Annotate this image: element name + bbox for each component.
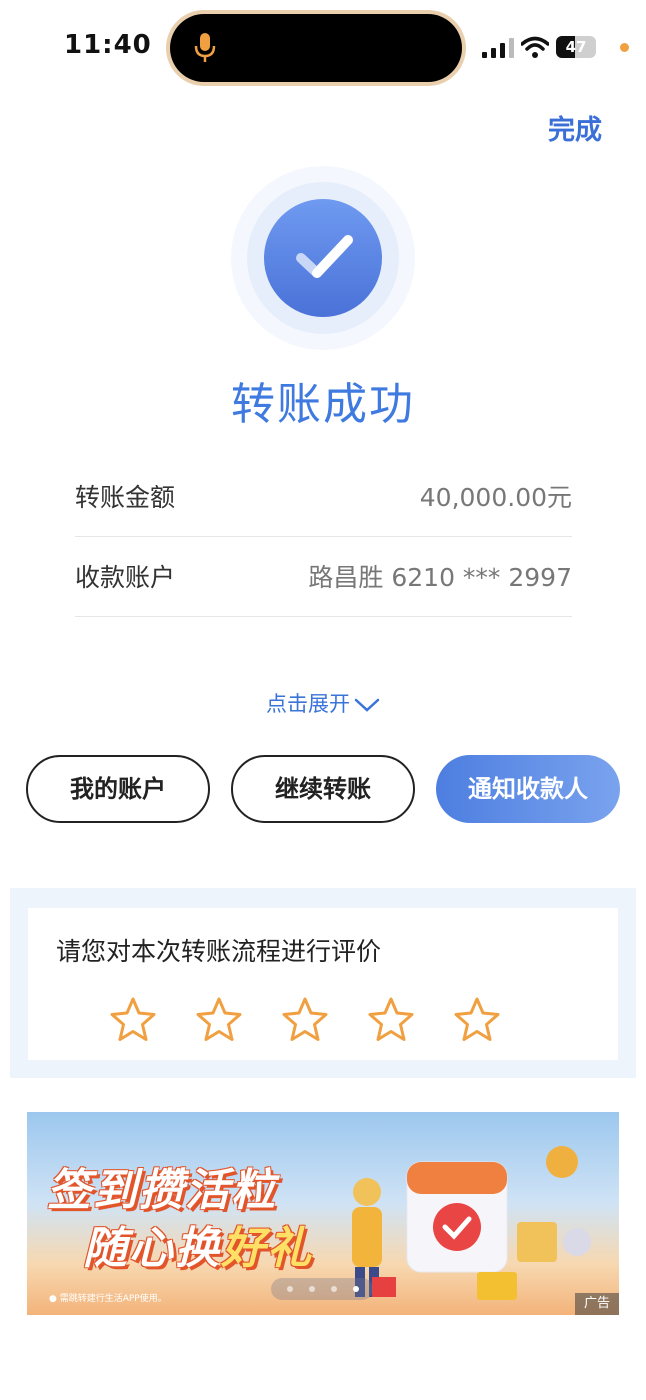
continue-transfer-button[interactable]: 继续转账 [231, 755, 415, 823]
star-icon[interactable] [280, 996, 330, 1044]
carousel-dot[interactable] [287, 1286, 293, 1292]
success-title: 转账成功 [231, 379, 415, 430]
expand-label: 点击展开 [266, 692, 350, 716]
ad-label: 广告 [575, 1293, 619, 1315]
carousel-dot[interactable] [331, 1286, 337, 1292]
microphone-icon [194, 33, 216, 62]
carousel-dot[interactable] [309, 1286, 315, 1292]
banner-headline-2: 随心换好礼 [83, 1212, 313, 1276]
cellular-signal-icon [482, 38, 514, 58]
carousel-indicator [271, 1278, 373, 1300]
banner-headline-2b: 好礼 [221, 1223, 313, 1274]
detail-row-payee-account: 收款账户 路昌胜 6210 *** 2997 [75, 536, 572, 617]
battery-level: 47 [565, 38, 587, 56]
rating-card: 请您对本次转账流程进行评价 [28, 908, 618, 1060]
star-icon[interactable] [452, 996, 502, 1044]
detail-label: 转账金额 [75, 483, 176, 512]
chevron-down-icon [354, 698, 380, 712]
battery-indicator: 47 [556, 36, 596, 58]
star-icon[interactable] [194, 996, 244, 1044]
dynamic-island [170, 14, 462, 82]
status-time: 11:40 [64, 30, 152, 60]
carousel-dot[interactable] [353, 1286, 359, 1292]
banner-headline-1: 签到攒活粒 [47, 1165, 277, 1216]
detail-row-amount: 转账金额 40,000.00元 [75, 456, 572, 537]
done-button[interactable]: 完成 [548, 108, 602, 147]
banner-headline-2a: 随心换 [83, 1223, 221, 1274]
detail-value: 40,000.00元 [419, 483, 572, 512]
success-check-icon [231, 166, 415, 350]
star-icon[interactable] [366, 996, 416, 1044]
expand-details-link[interactable]: 点击展开 [0, 688, 646, 718]
detail-label: 收款账户 [75, 563, 176, 592]
notify-payee-button[interactable]: 通知收款人 [436, 755, 620, 823]
status-bar: 11:40 47 [0, 0, 646, 95]
promo-banner[interactable]: 签到攒活粒 随心换好礼 ● 需跳转建行生活APP使用。 广告 [27, 1112, 619, 1315]
star-icon[interactable] [108, 996, 158, 1044]
rating-panel: 请您对本次转账流程进行评价 [10, 888, 636, 1078]
my-account-button[interactable]: 我的账户 [26, 755, 210, 823]
banner-fine-print: ● 需跳转建行生活APP使用。 [49, 1294, 167, 1304]
wifi-icon [521, 36, 549, 58]
rating-title: 请您对本次转账流程进行评价 [56, 937, 382, 966]
detail-value: 路昌胜 6210 *** 2997 [308, 563, 572, 592]
privacy-indicator-dot [620, 43, 629, 52]
